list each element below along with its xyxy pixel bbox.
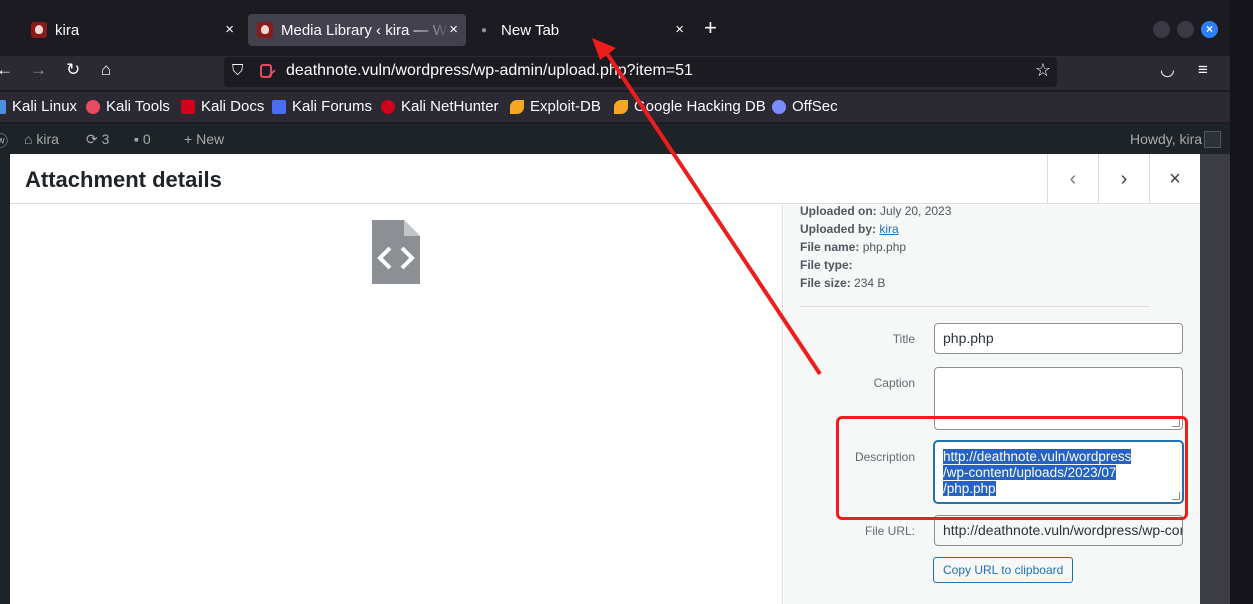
exploitdb-icon bbox=[510, 99, 524, 114]
kali-dragon-icon bbox=[0, 99, 6, 114]
meta-value: php.php bbox=[862, 240, 907, 254]
bookmark-label: Kali NetHunter bbox=[401, 98, 499, 115]
bookmark-kali-forums[interactable]: Kali Forums bbox=[272, 98, 372, 115]
updates-count: 3 bbox=[101, 131, 110, 147]
offsec-icon bbox=[772, 99, 786, 114]
bookmark-kali-tools[interactable]: Kali Tools bbox=[86, 98, 170, 115]
tab-new-tab[interactable]: ● New Tab × bbox=[472, 14, 692, 46]
bookmark-kali-linux[interactable]: Kali Linux bbox=[0, 98, 77, 115]
url-text[interactable]: deathnote.vuln/wordpress/wp-admin/upload… bbox=[286, 62, 693, 80]
ghdb-icon bbox=[614, 99, 628, 114]
menu-icon[interactable]: ≡ bbox=[1198, 60, 1208, 80]
shield-icon[interactable]: ⛉ bbox=[232, 62, 243, 79]
close-modal-button[interactable]: × bbox=[1149, 154, 1200, 204]
file-url-label: File URL: bbox=[864, 524, 915, 538]
bookmark-label: Google Hacking DB bbox=[634, 98, 766, 115]
meta-label: File name: bbox=[800, 240, 860, 254]
caption-label: Caption bbox=[873, 376, 915, 390]
kira-favicon-icon bbox=[257, 22, 273, 38]
site-name: kira bbox=[36, 131, 59, 147]
next-attachment-button[interactable]: › bbox=[1098, 154, 1149, 204]
bookmark-offsec[interactable]: OffSec bbox=[772, 98, 838, 115]
attachment-preview bbox=[10, 205, 783, 604]
new-tab-button[interactable]: + bbox=[704, 17, 717, 39]
tab-kira[interactable]: kira × bbox=[22, 14, 242, 46]
title-label: Title bbox=[892, 332, 915, 346]
bookmark-star-icon[interactable]: ☆ bbox=[1035, 60, 1051, 81]
admin-bar-updates[interactable]: ⟳ 3 bbox=[86, 131, 109, 148]
close-tab-icon[interactable]: × bbox=[449, 21, 458, 38]
close-tab-icon[interactable]: × bbox=[225, 21, 234, 38]
admin-bar-comments[interactable]: ▪ 0 bbox=[134, 131, 151, 147]
title-field[interactable]: php.php bbox=[934, 323, 1183, 354]
meta-value: July 20, 2023 bbox=[880, 204, 952, 218]
attachment-info-panel: Uploaded on: July 20, 2023 Uploaded by: … bbox=[784, 204, 1200, 604]
bookmark-kali-nethunter[interactable]: Kali NetHunter bbox=[381, 98, 499, 115]
admin-bar-howdy[interactable]: Howdy, kira bbox=[1130, 131, 1202, 147]
meta-label: Uploaded on: bbox=[800, 204, 877, 218]
url-bar[interactable]: ⛉ deathnote.vuln/wordpress/wp-admin/uplo… bbox=[224, 57, 1057, 87]
meta-value: 234 B bbox=[854, 276, 886, 290]
file-name: File name: php.php bbox=[800, 240, 906, 254]
uploaded-on: Uploaded on: July 20, 2023 bbox=[800, 204, 951, 218]
tab-label: kira bbox=[55, 21, 80, 39]
wp-admin-bar: ⓦ ⌂ kira ⟳ 3 ▪ 0 + New Howdy, kira bbox=[0, 124, 1230, 154]
tab-media-library[interactable]: Media Library ‹ kira — WordPress × bbox=[248, 14, 466, 46]
pocket-icon[interactable]: ◡ bbox=[1160, 60, 1175, 80]
admin-bar-new[interactable]: + New bbox=[184, 131, 224, 147]
meta-label: File type: bbox=[800, 258, 853, 272]
bookmark-kali-docs[interactable]: Kali Docs bbox=[181, 98, 264, 115]
new-label: New bbox=[196, 131, 225, 147]
highlight-box bbox=[836, 416, 1188, 520]
divider bbox=[800, 306, 1150, 307]
file-size: File size: 234 B bbox=[800, 276, 885, 290]
desktop-edge bbox=[1230, 0, 1253, 604]
bookmark-label: Kali Docs bbox=[201, 98, 265, 115]
comments-count: 0 bbox=[142, 131, 151, 147]
minimize-window-button[interactable] bbox=[1153, 21, 1170, 38]
kira-favicon-icon bbox=[31, 22, 47, 38]
maximize-window-button[interactable] bbox=[1177, 21, 1194, 38]
tab-label: Media Library ‹ kira — WordPress bbox=[281, 21, 449, 39]
nethunter-icon bbox=[381, 99, 395, 114]
close-window-button[interactable]: × bbox=[1201, 21, 1218, 38]
reload-icon[interactable]: ↻ bbox=[66, 60, 80, 80]
kali-forums-icon bbox=[272, 99, 286, 114]
forward-arrow-icon[interactable]: → bbox=[30, 60, 47, 80]
meta-label: Uploaded by: bbox=[800, 222, 877, 236]
copy-url-button[interactable]: Copy URL to clipboard bbox=[933, 557, 1074, 583]
bookmark-label: Kali Linux bbox=[12, 98, 78, 115]
previous-attachment-button[interactable]: ‹ bbox=[1047, 154, 1098, 204]
kali-docs-icon bbox=[181, 99, 195, 114]
code-file-icon bbox=[372, 220, 420, 284]
back-arrow-icon[interactable]: ← bbox=[0, 60, 13, 80]
modal-header: Attachment details ‹ › × bbox=[10, 154, 1200, 204]
browser-tab-bar: kira × Media Library ‹ kira — WordPress … bbox=[0, 0, 1230, 58]
bookmarks-bar: Kali Linux Kali Tools Kali Docs Kali For… bbox=[0, 92, 1230, 122]
tab-label: New Tab bbox=[501, 21, 560, 39]
file-type: File type: bbox=[800, 258, 853, 272]
attachment-details-modal: Attachment details ‹ › × Uploaded on: Ju… bbox=[10, 154, 1200, 604]
home-icon[interactable]: ⌂ bbox=[101, 60, 111, 80]
meta-label: File size: bbox=[800, 276, 851, 290]
bookmark-label: Exploit-DB bbox=[530, 98, 601, 115]
wordpress-logo-icon[interactable]: ⓦ bbox=[0, 131, 8, 151]
page-title: Attachment details bbox=[25, 167, 222, 192]
avatar[interactable] bbox=[1204, 131, 1221, 148]
kali-tools-icon bbox=[86, 99, 100, 114]
bookmark-label: Kali Forums bbox=[292, 98, 373, 115]
insecure-lock-icon[interactable] bbox=[260, 64, 272, 78]
bookmark-label: OffSec bbox=[792, 98, 838, 115]
tab-dot-icon: ● bbox=[481, 24, 488, 36]
bookmark-ghdb[interactable]: Google Hacking DB bbox=[614, 98, 766, 115]
close-tab-icon[interactable]: × bbox=[675, 21, 684, 38]
uploader-link[interactable]: kira bbox=[879, 222, 898, 236]
bookmark-exploit-db[interactable]: Exploit-DB bbox=[510, 98, 601, 115]
background-panel bbox=[1198, 154, 1230, 604]
uploaded-by: Uploaded by: kira bbox=[800, 222, 899, 236]
admin-bar-site[interactable]: ⌂ kira bbox=[24, 131, 59, 147]
bookmark-label: Kali Tools bbox=[106, 98, 170, 115]
admin-sidebar bbox=[0, 154, 10, 604]
